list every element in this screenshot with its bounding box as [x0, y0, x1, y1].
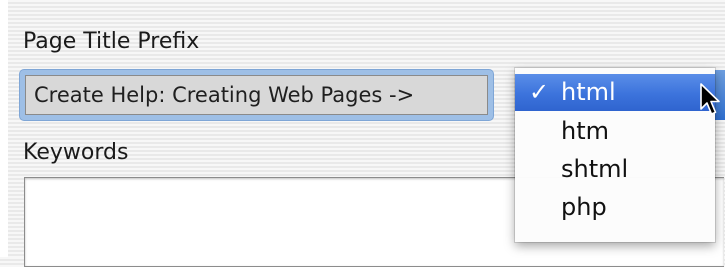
menu-item-php[interactable]: php: [515, 189, 715, 226]
menu-item-htm[interactable]: htm: [515, 113, 715, 150]
keywords-label: Keywords: [23, 140, 129, 165]
extension-dropdown-menu: ✓ html htm shtml php: [515, 68, 715, 242]
menu-item-label: htm: [561, 117, 609, 145]
menu-item-shtml[interactable]: shtml: [515, 151, 715, 188]
menu-item-label: html: [561, 78, 616, 106]
menu-item-label: shtml: [561, 155, 629, 183]
arrow-cursor-icon: [700, 83, 720, 115]
menu-item-label: php: [561, 193, 607, 221]
page-title-prefix-field[interactable]: Create Help: Creating Web Pages ->: [25, 75, 488, 115]
checkmark-icon: ✓: [528, 78, 550, 106]
panel-edge: [0, 0, 8, 257]
menu-item-html[interactable]: ✓ html: [515, 74, 715, 111]
page-title-prefix-label: Page Title Prefix: [23, 29, 200, 54]
